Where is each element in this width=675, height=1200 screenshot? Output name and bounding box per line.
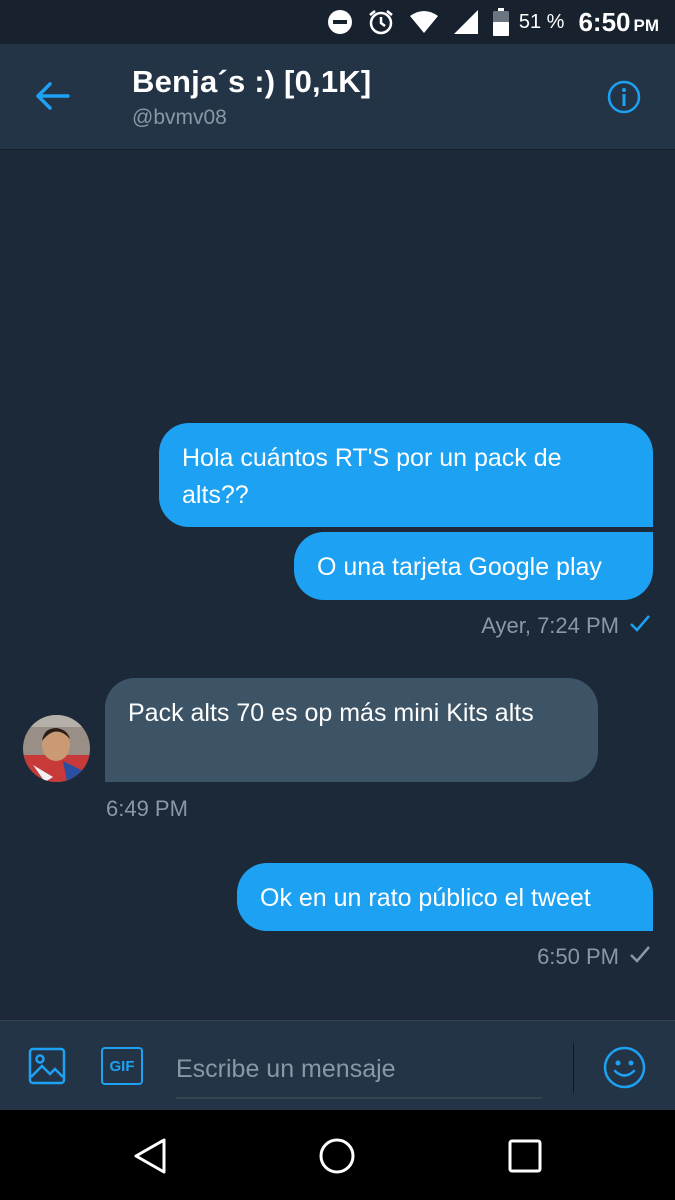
message-text: Pack alts 70 es op más mini Kits alts	[128, 699, 534, 727]
message-composer: GIF	[0, 1020, 675, 1110]
message-timestamp: Ayer, 7:24 PM	[481, 613, 651, 639]
clock-ampm: PM	[633, 15, 660, 35]
clock: 6:50 PM	[578, 7, 659, 38]
message-thread[interactable]: Hola cuántos RT'S por un pack de alts?? …	[0, 150, 675, 1020]
clock-time: 6:50	[578, 6, 631, 37]
sent-message-bubble[interactable]: Hola cuántos RT'S por un pack de alts??	[159, 423, 653, 527]
dnd-icon	[327, 9, 353, 35]
back-arrow-icon[interactable]	[34, 80, 70, 112]
conversation-header: Benja´s :) [0,1K] @bvmv08	[0, 44, 675, 150]
battery-icon	[492, 8, 509, 36]
image-icon[interactable]	[28, 1047, 66, 1085]
sent-message-bubble[interactable]: O una tarjeta Google play	[294, 532, 653, 600]
message-text: Hola cuántos RT'S por un pack de alts??	[182, 444, 562, 509]
message-input[interactable]	[176, 1041, 542, 1099]
sent-check-icon	[629, 944, 651, 970]
conversation-title-block[interactable]: Benja´s :) [0,1K] @bvmv08	[132, 64, 371, 130]
alarm-icon	[367, 8, 395, 36]
sent-message-bubble[interactable]: Ok en un rato público el tweet	[237, 863, 653, 931]
system-nav-bar	[0, 1110, 675, 1200]
nav-home-icon[interactable]	[318, 1137, 356, 1175]
conversation-title: Benja´s :) [0,1K]	[132, 64, 372, 99]
wifi-icon	[409, 9, 439, 35]
avatar[interactable]	[23, 715, 90, 782]
received-message-bubble[interactable]: Pack alts 70 es op más mini Kits alts	[105, 678, 598, 782]
conversation-handle: @bvmv08	[132, 106, 227, 129]
message-text: Ok en un rato público el tweet	[260, 884, 591, 912]
composer-divider	[573, 1043, 574, 1093]
message-timestamp: 6:50 PM	[537, 944, 651, 970]
timestamp-text: 6:50 PM	[537, 944, 619, 969]
gif-button[interactable]: GIF	[101, 1047, 143, 1085]
info-icon[interactable]	[607, 80, 641, 114]
signal-icon	[453, 9, 479, 35]
message-text: O una tarjeta Google play	[317, 553, 602, 581]
battery-percent: 51 %	[518, 10, 565, 33]
timestamp-text: Ayer, 7:24 PM	[481, 613, 619, 638]
nav-back-icon[interactable]	[131, 1137, 169, 1175]
emoji-icon[interactable]	[603, 1046, 646, 1089]
nav-recents-icon[interactable]	[507, 1138, 543, 1174]
read-check-icon	[629, 613, 651, 639]
status-bar: 51 % 6:50 PM	[0, 0, 675, 44]
gif-label: GIF	[109, 1057, 135, 1075]
timestamp-text: 6:49 PM	[106, 796, 188, 821]
message-timestamp: 6:49 PM	[106, 796, 188, 822]
